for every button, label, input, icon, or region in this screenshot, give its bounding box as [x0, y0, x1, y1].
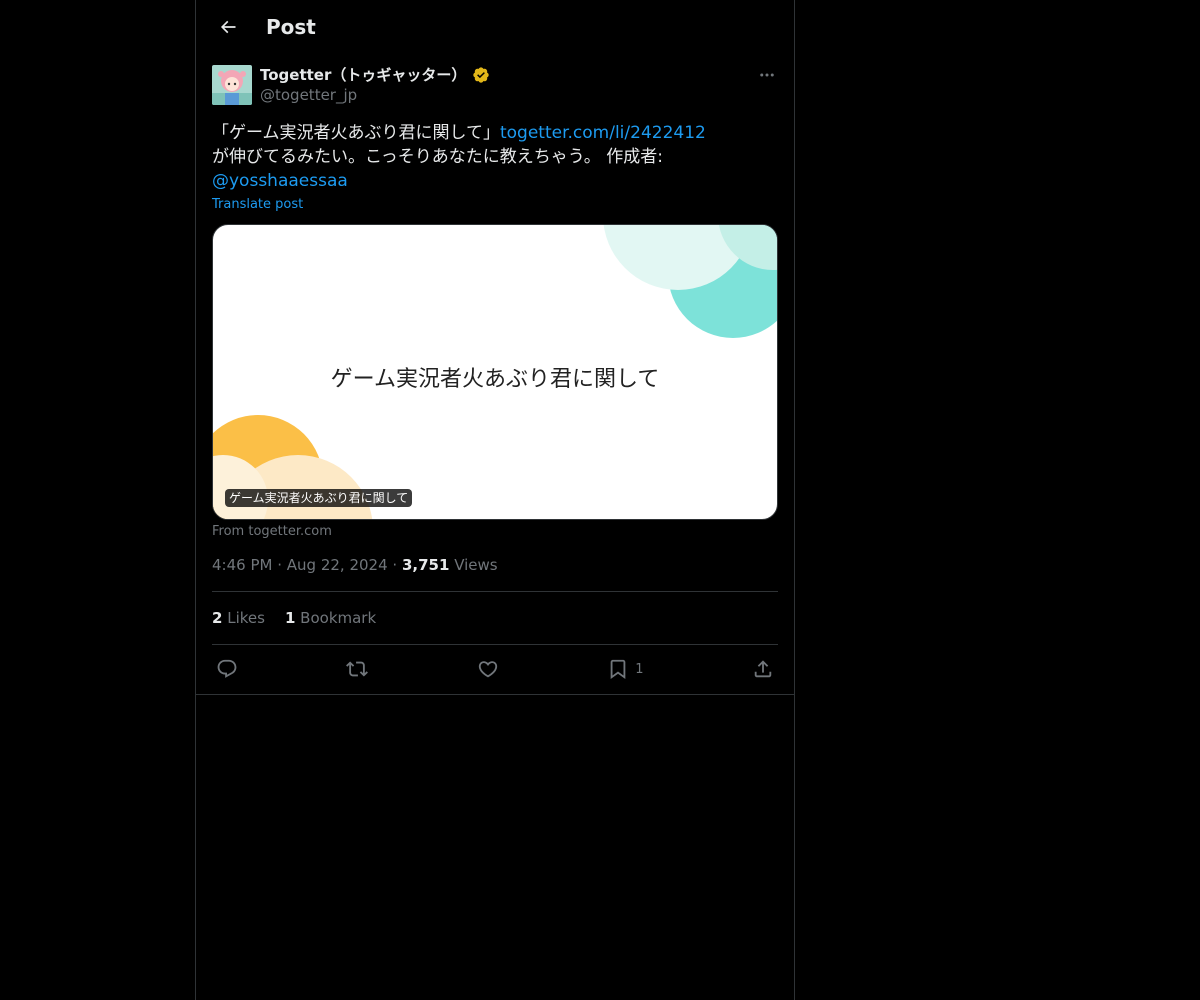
post-column: Post Togetter（トゥギャッター） @togetter_jp 「ゲーム… — [195, 0, 795, 1000]
bookmark-button[interactable]: 1 — [607, 658, 644, 680]
header: Post — [196, 0, 794, 53]
avatar-image — [212, 65, 252, 105]
arrow-left-icon — [220, 20, 236, 33]
post-text: 「ゲーム実況者火あぶり君に関して」togetter.com/li/2422412… — [212, 121, 778, 193]
avatar[interactable] — [212, 65, 252, 105]
link-card[interactable]: ゲーム実況者火あぶり君に関して ゲーム実況者火あぶり君に関して — [212, 224, 778, 520]
post-time[interactable]: 4:46 PM — [212, 556, 272, 574]
post-date[interactable]: Aug 22, 2024 — [287, 556, 388, 574]
more-options-button[interactable] — [756, 65, 778, 85]
translate-post-link[interactable]: Translate post — [212, 197, 303, 212]
repost-button[interactable] — [346, 658, 369, 680]
bookmarks-count: 1 — [284, 609, 296, 627]
engagement-counts: 2 Likes 1 Bookmark — [212, 592, 778, 645]
bookmarks-stat[interactable]: 1 Bookmark — [285, 608, 376, 628]
card-source[interactable]: From togetter.com — [212, 524, 778, 539]
action-bar: 1 — [212, 645, 778, 693]
repost-icon — [346, 661, 369, 677]
likes-stat[interactable]: 2 Likes — [212, 608, 265, 628]
reply-button[interactable] — [216, 658, 238, 680]
bookmark-action-count: 1 — [635, 661, 644, 677]
card-caption: ゲーム実況者火あぶり君に関して — [225, 489, 413, 507]
like-button[interactable] — [477, 658, 499, 680]
post-link[interactable]: togetter.com/li/2422412 — [500, 123, 706, 143]
likes-count: 2 — [212, 609, 223, 627]
author-name[interactable]: Togetter（トゥギャッター） — [260, 65, 466, 85]
divider — [196, 694, 794, 695]
post-text-part: 「ゲーム実況者火あぶり君に関して」 — [212, 123, 500, 143]
post: Togetter（トゥギャッター） @togetter_jp 「ゲーム実況者火あ… — [196, 65, 794, 693]
author-row: Togetter（トゥギャッター） @togetter_jp — [212, 65, 778, 105]
likes-label: Likes — [227, 609, 265, 627]
back-button[interactable] — [210, 9, 246, 45]
reply-icon — [217, 659, 237, 678]
post-meta: 4:46 PM · Aug 22, 2024 · 3,751 Views — [212, 555, 778, 592]
post-text-part: が伸びてるみたい。こっそりあなたに教えちゃう。 作成者: — [212, 147, 663, 167]
author-handle[interactable]: @togetter_jp — [260, 85, 490, 105]
views-count: 3,751 — [401, 556, 450, 574]
share-button[interactable] — [752, 658, 774, 680]
meta-separator: · — [392, 556, 402, 574]
share-icon — [754, 660, 772, 678]
author-info: Togetter（トゥギャッター） @togetter_jp — [260, 65, 490, 105]
mention-link[interactable]: @yosshaaessaa — [212, 171, 348, 191]
meta-separator: · — [277, 556, 287, 574]
card-title: ゲーム実況者火あぶり君に関して — [330, 367, 660, 392]
heart-icon — [478, 661, 498, 678]
more-dots-icon — [760, 73, 774, 77]
bookmarks-label: Bookmark — [300, 609, 377, 627]
bookmark-icon — [610, 659, 626, 680]
page-title: Post — [266, 14, 316, 39]
name-line: Togetter（トゥギャッター） — [260, 65, 490, 85]
views-label: Views — [454, 556, 498, 574]
verified-badge-icon — [473, 67, 490, 83]
